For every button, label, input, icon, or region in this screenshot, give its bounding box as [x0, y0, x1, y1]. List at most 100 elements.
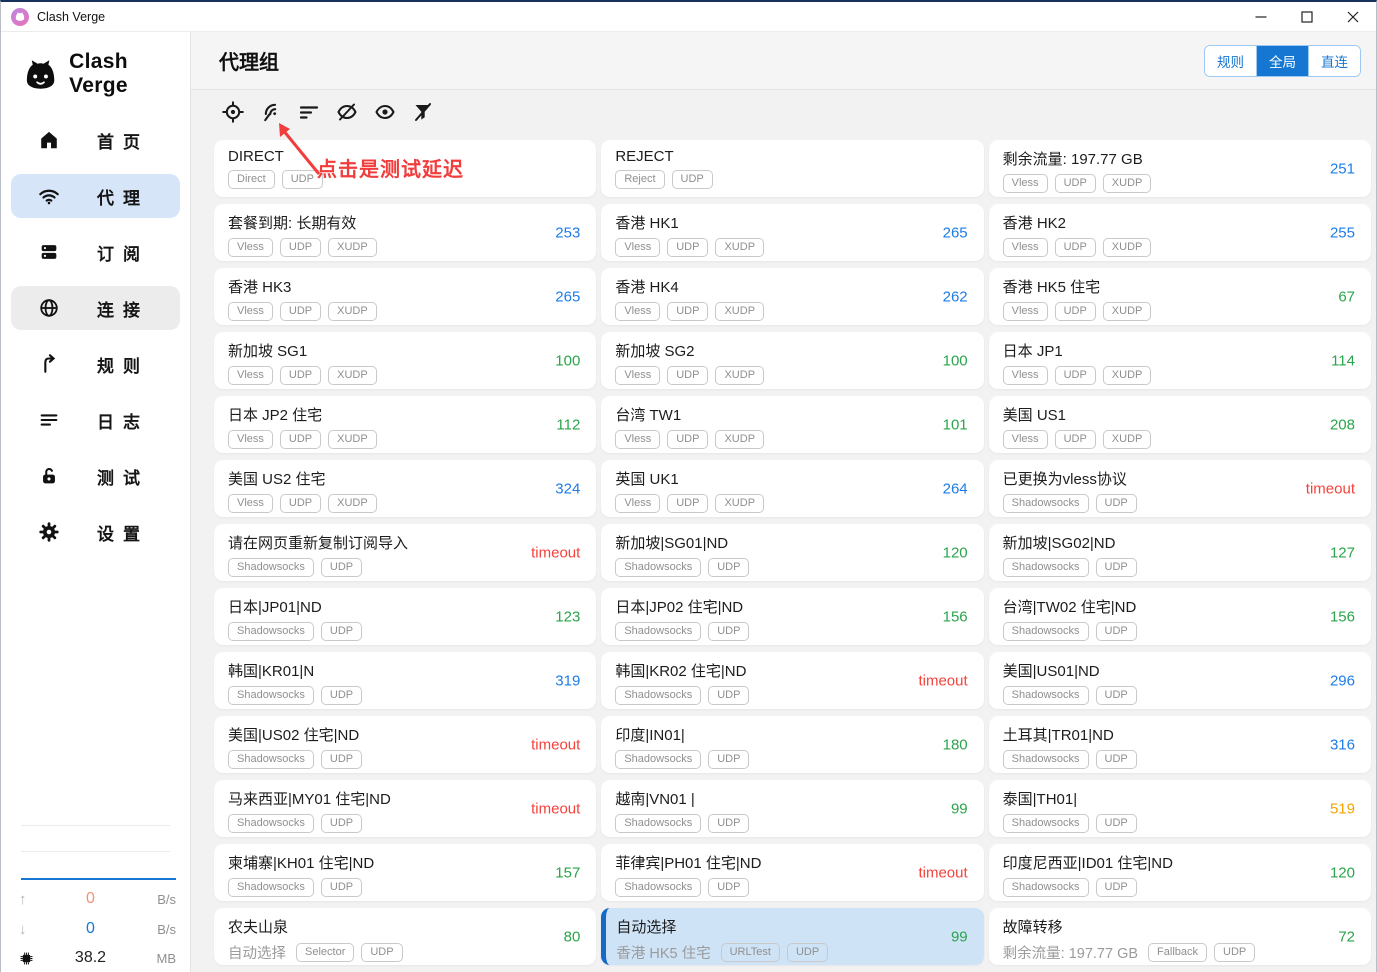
latency-value[interactable]: 123	[555, 608, 580, 625]
latency-value[interactable]: 101	[943, 416, 968, 433]
proxy-card[interactable]: 台湾|TW02 住宅|NDShadowsocksUDP156	[989, 588, 1371, 645]
latency-value[interactable]: 253	[555, 224, 580, 241]
latency-value[interactable]: 100	[943, 352, 968, 369]
proxy-card[interactable]: 已更换为vless协议ShadowsocksUDPtimeout	[989, 460, 1371, 517]
proxy-card[interactable]: 香港 HK2VlessUDPXUDP255	[989, 204, 1371, 261]
proxy-card[interactable]: 美国|US02 住宅|NDShadowsocksUDPtimeout	[214, 716, 596, 773]
latency-value[interactable]: 112	[556, 416, 580, 433]
proxy-card[interactable]: 新加坡 SG1VlessUDPXUDP100	[214, 332, 596, 389]
proxy-card[interactable]: 柬埔寨|KH01 住宅|NDShadowsocksUDP157	[214, 844, 596, 901]
mode-rule-button[interactable]: 规则	[1205, 46, 1257, 76]
sidebar-item-proxies[interactable]: 代理	[11, 174, 180, 218]
sidebar-item-rules[interactable]: 规则	[11, 342, 180, 386]
current-node: 香港 HK5 住宅	[616, 942, 710, 963]
proxy-card[interactable]: 土耳其|TR01|NDShadowsocksUDP316	[989, 716, 1371, 773]
sort-icon[interactable]	[298, 101, 320, 123]
latency-value[interactable]: 324	[555, 480, 580, 497]
latency-value[interactable]: 127	[1330, 544, 1355, 561]
latency-value[interactable]: timeout	[531, 544, 580, 561]
latency-value[interactable]: 99	[951, 800, 968, 817]
latency-value[interactable]: 264	[943, 480, 968, 497]
latency-value[interactable]: 519	[1330, 800, 1355, 817]
proxy-card[interactable]: 剩余流量: 197.77 GBVlessUDPXUDP251	[989, 140, 1371, 197]
mode-global-button[interactable]: 全局	[1257, 46, 1309, 76]
proxy-card[interactable]: 英国 UK1VlessUDPXUDP264	[601, 460, 983, 517]
eye-off-icon[interactable]	[336, 101, 358, 123]
delay-test-icon[interactable]	[260, 101, 282, 123]
latency-value[interactable]: 319	[555, 672, 580, 689]
proxy-card[interactable]: 印度尼西亚|ID01 住宅|NDShadowsocksUDP120	[989, 844, 1371, 901]
latency-value[interactable]: 180	[943, 736, 968, 753]
latency-value[interactable]: 120	[1330, 864, 1355, 881]
latency-value[interactable]: timeout	[1306, 480, 1355, 497]
latency-value[interactable]: 156	[943, 608, 968, 625]
latency-value[interactable]: 262	[943, 288, 968, 305]
mode-direct-button[interactable]: 直连	[1309, 46, 1360, 76]
sidebar-item-connections[interactable]: 连接	[11, 286, 180, 330]
proxy-card[interactable]: 日本 JP2 住宅VlessUDPXUDP112	[214, 396, 596, 453]
proxy-card[interactable]: 马来西亚|MY01 住宅|NDShadowsocksUDPtimeout	[214, 780, 596, 837]
proxy-card[interactable]: 印度|IN01|ShadowsocksUDP180	[601, 716, 983, 773]
close-button[interactable]	[1330, 2, 1376, 32]
latency-value[interactable]: timeout	[918, 864, 967, 881]
proxy-card[interactable]: 美国 US1VlessUDPXUDP208	[989, 396, 1371, 453]
sidebar-item-profiles[interactable]: 订阅	[11, 230, 180, 274]
latency-value[interactable]: 296	[1330, 672, 1355, 689]
proxy-group-card[interactable]: 故障转移剩余流量: 197.77 GBFallbackUDP72	[989, 908, 1371, 965]
latency-value[interactable]: timeout	[918, 672, 967, 689]
latency-value[interactable]: 316	[1330, 736, 1355, 753]
sidebar-item-logs[interactable]: 日志	[11, 398, 180, 442]
memory-row[interactable]: 38.2 MB	[13, 944, 178, 972]
chip-row: VlessUDPXUDP	[228, 366, 582, 385]
proxy-card[interactable]: 香港 HK5 住宅VlessUDPXUDP67	[989, 268, 1371, 325]
latency-value[interactable]: 67	[1338, 288, 1355, 305]
latency-value[interactable]: 80	[564, 928, 581, 945]
eye-icon[interactable]	[374, 101, 396, 123]
latency-value[interactable]: 99	[951, 928, 968, 945]
proxy-group-card[interactable]: 农夫山泉自动选择SelectorUDP80	[214, 908, 596, 965]
sidebar-item-home[interactable]: 首页	[11, 118, 180, 162]
sidebar-item-tests[interactable]: 测试	[11, 454, 180, 498]
filter-off-icon[interactable]	[412, 101, 434, 123]
proxy-card[interactable]: 新加坡|SG02|NDShadowsocksUDP127	[989, 524, 1371, 581]
proxy-card[interactable]: DIRECTDirectUDP	[214, 140, 596, 197]
latency-value[interactable]: timeout	[531, 736, 580, 753]
proxy-card[interactable]: 日本 JP1VlessUDPXUDP114	[989, 332, 1371, 389]
proxy-card[interactable]: 越南|VN01 |ShadowsocksUDP99	[601, 780, 983, 837]
latency-value[interactable]: 72	[1338, 928, 1355, 945]
proxy-card[interactable]: 台湾 TW1VlessUDPXUDP101	[601, 396, 983, 453]
proxy-card[interactable]: 韩国|KR01|NShadowsocksUDP319	[214, 652, 596, 709]
proxy-card[interactable]: 菲律宾|PH01 住宅|NDShadowsocksUDPtimeout	[601, 844, 983, 901]
proxy-card[interactable]: 香港 HK4VlessUDPXUDP262	[601, 268, 983, 325]
latency-value[interactable]: 265	[943, 224, 968, 241]
proxy-group-card[interactable]: 自动选择香港 HK5 住宅URLTestUDP99	[601, 908, 983, 965]
latency-value[interactable]: 156	[1330, 608, 1355, 625]
latency-value[interactable]: 114	[1331, 352, 1355, 369]
proxy-card[interactable]: 新加坡|SG01|NDShadowsocksUDP120	[601, 524, 983, 581]
proxy-card[interactable]: 日本|JP02 住宅|NDShadowsocksUDP156	[601, 588, 983, 645]
latency-value[interactable]: timeout	[531, 800, 580, 817]
proxy-card[interactable]: 美国 US2 住宅VlessUDPXUDP324	[214, 460, 596, 517]
proxy-card[interactable]: 美国|US01|NDShadowsocksUDP296	[989, 652, 1371, 709]
proxy-card[interactable]: 香港 HK3VlessUDPXUDP265	[214, 268, 596, 325]
proxy-card[interactable]: 新加坡 SG2VlessUDPXUDP100	[601, 332, 983, 389]
minimize-button[interactable]	[1238, 2, 1284, 32]
proxy-card[interactable]: 泰国|TH01|ShadowsocksUDP519	[989, 780, 1371, 837]
latency-value[interactable]: 255	[1330, 224, 1355, 241]
proxy-card[interactable]: REJECTRejectUDP	[601, 140, 983, 197]
latency-value[interactable]: 251	[1330, 160, 1355, 177]
latency-value[interactable]: 100	[555, 352, 580, 369]
proxy-card[interactable]: 套餐到期: 长期有效VlessUDPXUDP253	[214, 204, 596, 261]
proxy-card[interactable]: 请在网页重新复制订阅导入ShadowsocksUDPtimeout	[214, 524, 596, 581]
maximize-button[interactable]	[1284, 2, 1330, 32]
latency-value[interactable]: 208	[1330, 416, 1355, 433]
sidebar-item-settings[interactable]: 设置	[11, 510, 180, 554]
latency-value[interactable]: 120	[943, 544, 968, 561]
latency-value[interactable]: 157	[555, 864, 580, 881]
proxy-card[interactable]: 日本|JP01|NDShadowsocksUDP123	[214, 588, 596, 645]
locate-icon[interactable]	[222, 101, 244, 123]
logo-text: Clash Verge	[69, 50, 190, 98]
latency-value[interactable]: 265	[555, 288, 580, 305]
proxy-card[interactable]: 韩国|KR02 住宅|NDShadowsocksUDPtimeout	[601, 652, 983, 709]
proxy-card[interactable]: 香港 HK1VlessUDPXUDP265	[601, 204, 983, 261]
